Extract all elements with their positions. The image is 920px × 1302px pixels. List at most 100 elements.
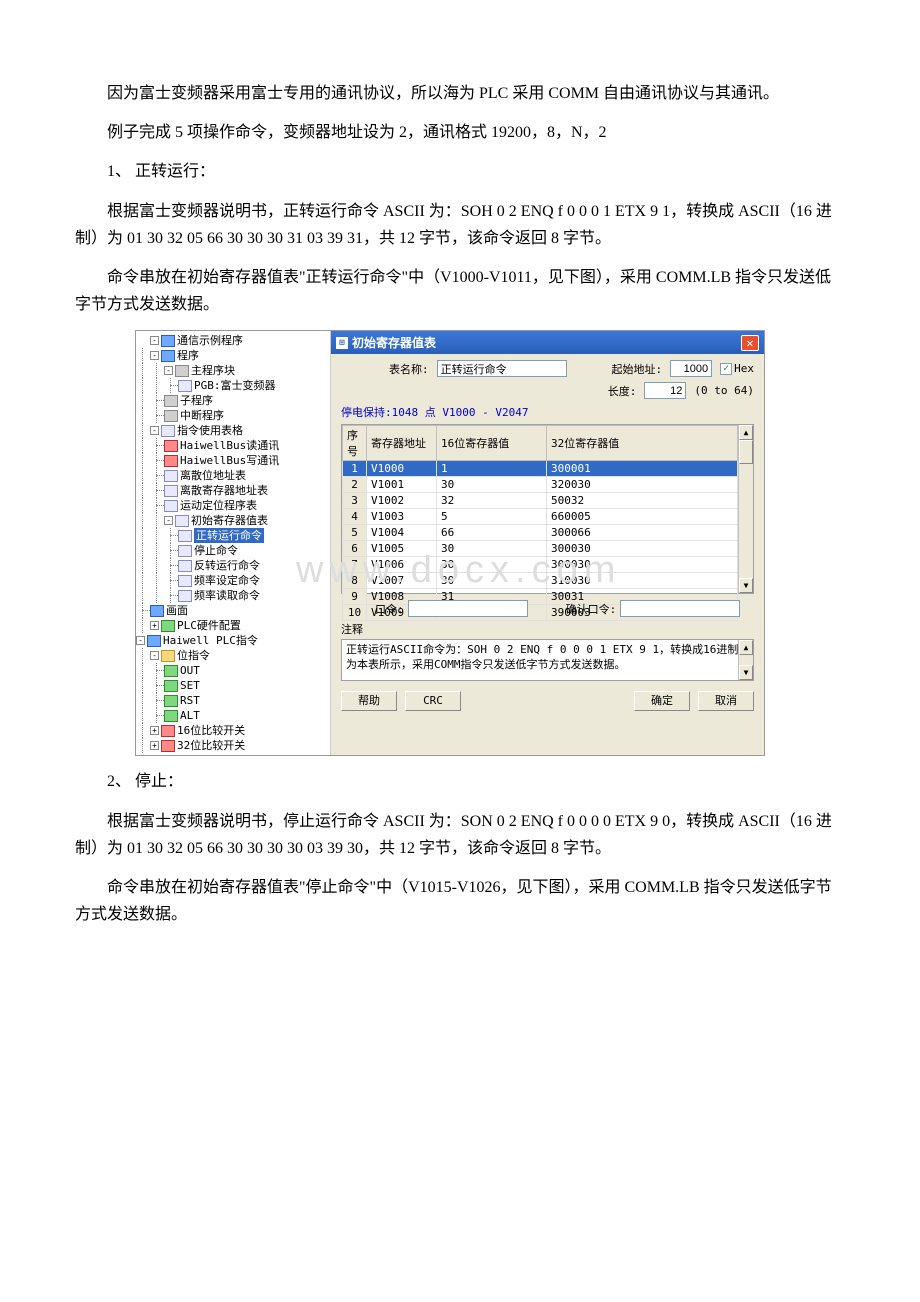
table-scrollbar[interactable]: ▲ ▼ — [738, 425, 753, 593]
length-range-label: (0 to 64) — [694, 384, 754, 397]
table-icon — [178, 575, 192, 587]
notes-text: 正转运行ASCII命令为：SOH 0 2 ENQ f 0 0 0 1 ETX 9… — [346, 643, 738, 670]
table-row[interactable]: 5V100466300066 — [343, 525, 738, 541]
table-icon — [164, 485, 178, 497]
paragraph-4: 根据富士变频器说明书，正转运行命令 ASCII 为：SOH 0 2 ENQ f … — [75, 198, 845, 252]
tree-node[interactable]: PGB:富士变频器 — [194, 378, 276, 393]
tree-node[interactable]: PLC硬件配置 — [177, 618, 241, 633]
comm-icon — [164, 455, 178, 467]
collapse-icon[interactable]: - — [150, 351, 159, 360]
tree-node[interactable]: 16位比较开关 — [177, 723, 245, 738]
expand-icon[interactable]: + — [150, 741, 159, 750]
collapse-icon[interactable]: - — [150, 336, 159, 345]
hex-checkbox[interactable]: ✓Hex — [720, 362, 754, 375]
cmp-icon — [161, 740, 175, 752]
table-icon — [164, 500, 178, 512]
password-input[interactable] — [408, 600, 528, 617]
comm-icon — [164, 440, 178, 452]
tree-node[interactable]: ALT — [180, 708, 200, 723]
cancel-button[interactable]: 取消 — [698, 691, 754, 711]
scroll-down-icon[interactable]: ▼ — [739, 665, 753, 680]
col-seq[interactable]: 序号 — [343, 426, 367, 461]
hw-icon — [161, 620, 175, 632]
table-row[interactable]: 2V100130320030 — [343, 477, 738, 493]
expand-icon[interactable]: + — [150, 621, 159, 630]
tree-node[interactable]: 反转运行命令 — [194, 558, 260, 573]
paragraph-8: 命令串放在初始寄存器值表"停止命令"中（V1015-V1026，见下图），采用 … — [75, 874, 845, 928]
table-row[interactable]: 7V100630300030 — [343, 557, 738, 573]
tree-node[interactable]: SET — [180, 678, 200, 693]
table-icon — [175, 515, 189, 527]
tree-node[interactable]: HaiwellBus读通讯 — [180, 438, 279, 453]
inst-icon — [164, 680, 178, 692]
password-confirm-input[interactable] — [620, 600, 740, 617]
project-tree[interactable]: -通信示例程序 -程序 -主程序块 PGB:富士变频器 子程序 中断程序 -指令… — [136, 331, 331, 755]
col-v16[interactable]: 16位寄存器值 — [437, 426, 547, 461]
scroll-up-icon[interactable]: ▲ — [739, 640, 753, 655]
tree-node[interactable]: 频率设定命令 — [194, 573, 260, 588]
tree-node[interactable]: 32位比较开关 — [177, 738, 245, 753]
tree-node[interactable]: RST — [180, 693, 200, 708]
table-icon — [178, 530, 192, 542]
tree-node[interactable]: 指令使用表格 — [177, 423, 243, 438]
table-icon — [164, 470, 178, 482]
table-row[interactable]: 4V10035660005 — [343, 509, 738, 525]
col-v32[interactable]: 32位寄存器值 — [547, 426, 738, 461]
collapse-icon[interactable]: - — [136, 636, 145, 645]
project-icon — [161, 335, 175, 347]
table-name-input[interactable] — [437, 360, 567, 377]
col-addr[interactable]: 寄存器地址 — [367, 426, 437, 461]
help-button[interactable]: 帮助 — [341, 691, 397, 711]
tree-node[interactable]: HaiwellBus写通讯 — [180, 453, 279, 468]
scroll-thumb[interactable] — [739, 440, 753, 464]
close-icon[interactable]: ✕ — [741, 335, 759, 351]
password-confirm-label: 确认口令: — [566, 601, 617, 617]
tree-node[interactable]: 离散寄存器地址表 — [180, 483, 268, 498]
table-icon — [178, 590, 192, 602]
paragraph-1: 因为富士变频器采用富士专用的通讯协议，所以海为 PLC 采用 COMM 自由通讯… — [75, 80, 845, 107]
collapse-icon[interactable]: - — [164, 366, 173, 375]
notes-textarea[interactable]: 正转运行ASCII命令为：SOH 0 2 ENQ f 0 0 0 1 ETX 9… — [341, 639, 754, 681]
tree-node[interactable]: 初始寄存器值表 — [191, 513, 268, 528]
length-input[interactable] — [644, 382, 686, 399]
password-label: 口令: — [375, 601, 404, 617]
table-icon — [178, 560, 192, 572]
table-icon — [161, 425, 175, 437]
collapse-icon[interactable]: - — [150, 651, 159, 660]
register-table[interactable]: 序号 寄存器地址 16位寄存器值 32位寄存器值 1V100013000012V… — [341, 424, 754, 594]
tree-node[interactable]: 主程序块 — [191, 363, 235, 378]
dialog-titlebar[interactable]: ⊞ 初始寄存器值表 ✕ — [331, 331, 764, 354]
app-screenshot: www.docx.com -通信示例程序 -程序 -主程序块 PGB:富士变频器… — [135, 330, 765, 756]
crc-button[interactable]: CRC — [405, 691, 461, 711]
length-label: 长度: — [608, 383, 637, 399]
register-table-dialog: ⊞ 初始寄存器值表 ✕ 表名称: 起始地址: ✓Hex 长度: (0 to 64… — [331, 331, 764, 755]
ok-button[interactable]: 确定 — [634, 691, 690, 711]
table-row[interactable]: 8V100730310030 — [343, 573, 738, 589]
table-row[interactable]: 3V10023250032 — [343, 493, 738, 509]
collapse-icon[interactable]: - — [150, 426, 159, 435]
scroll-up-icon[interactable]: ▲ — [739, 425, 753, 440]
table-name-label: 表名称: — [389, 361, 429, 377]
tree-node[interactable]: 画面 — [166, 603, 188, 618]
folder-icon — [161, 350, 175, 362]
tree-node[interactable]: Haiwell PLC指令 — [163, 633, 258, 648]
start-addr-input[interactable] — [670, 360, 712, 377]
table-row[interactable]: 6V100530300030 — [343, 541, 738, 557]
collapse-icon[interactable]: - — [164, 516, 173, 525]
tree-node[interactable]: OUT — [180, 663, 200, 678]
scroll-down-icon[interactable]: ▼ — [739, 578, 753, 593]
tree-node[interactable]: 程序 — [177, 348, 199, 363]
tree-node[interactable]: 通信示例程序 — [177, 333, 243, 348]
tree-node[interactable]: 中断程序 — [180, 408, 224, 423]
tree-node[interactable]: 子程序 — [180, 393, 213, 408]
expand-icon[interactable]: + — [150, 726, 159, 735]
paragraph-5: 命令串放在初始寄存器值表"正转运行命令"中（V1000-V1011，见下图），采… — [75, 264, 845, 318]
dialog-icon: ⊞ — [336, 337, 348, 349]
tree-node-selected[interactable]: 正转运行命令 — [194, 528, 264, 543]
tree-node[interactable]: 运动定位程序表 — [180, 498, 257, 513]
tree-node[interactable]: 位指令 — [177, 648, 210, 663]
table-row[interactable]: 1V10001300001 — [343, 461, 738, 477]
tree-node[interactable]: 频率读取命令 — [194, 588, 260, 603]
tree-node[interactable]: 离散位地址表 — [180, 468, 246, 483]
tree-node[interactable]: 停止命令 — [194, 543, 238, 558]
